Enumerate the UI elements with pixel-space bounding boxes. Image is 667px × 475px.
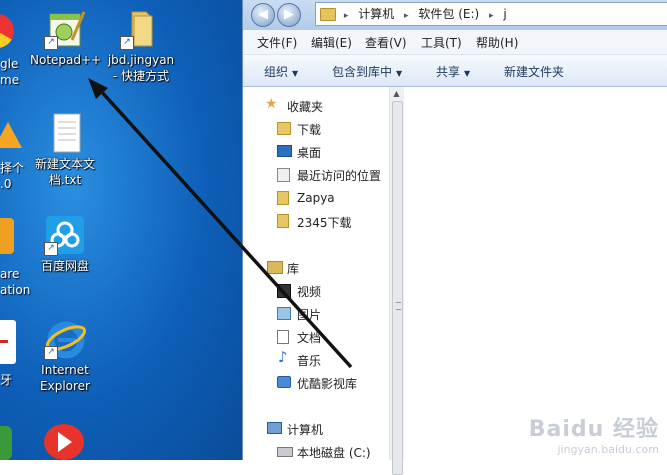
library-icon xyxy=(267,261,283,274)
nav-2345-downloads[interactable]: 2345下载 xyxy=(297,214,352,231)
baidu-netdisk-icon: ↗ xyxy=(44,214,86,256)
breadcrumb-computer[interactable]: 计算机 xyxy=(358,3,394,25)
youku-library-icon xyxy=(277,376,291,388)
shortcut-arrow-icon: ↗ xyxy=(44,36,58,50)
title-bar: ◀ ▶ ▸ 计算机 ▸ 软件包 (E:) ▸ j xyxy=(243,0,667,30)
nav-computer[interactable]: 计算机 xyxy=(287,421,323,438)
star-icon: ★ xyxy=(265,96,278,112)
baidu-label: 百度网盘 xyxy=(40,259,89,273)
grip-icon xyxy=(396,302,401,310)
nav-music[interactable]: 音乐 xyxy=(297,352,321,369)
nav-local-disk-c[interactable]: 本地磁盘 (C:) xyxy=(297,444,371,461)
shortcut-arrow-icon: ↗ xyxy=(44,346,58,360)
menu-tools[interactable]: 工具(T) xyxy=(421,34,462,51)
scroll-up-icon[interactable]: ▲ xyxy=(392,89,401,99)
watermark-url: jingyan.baidu.com xyxy=(557,443,659,456)
shortcut-arrow-icon: ↗ xyxy=(44,242,58,256)
menu-bar: 文件(F) 编辑(E) 查看(V) 工具(T) 帮助(H) xyxy=(243,30,667,55)
share-label: 共享 xyxy=(436,65,461,79)
desktop-icon-newtext[interactable]: 新建文本文 档.txt xyxy=(30,112,100,188)
nav-desktop[interactable]: 桌面 xyxy=(297,144,321,161)
desktop-icon xyxy=(277,145,292,157)
folder-icon xyxy=(277,214,289,228)
menu-help[interactable]: 帮助(H) xyxy=(476,34,518,51)
chrome-icon[interactable] xyxy=(0,14,14,48)
drive-icon xyxy=(277,447,293,457)
nav-youku[interactable]: 优酷影视库 xyxy=(297,375,357,392)
command-bar: 组织 ▼ 包含到库中 ▼ 共享 ▼ 新建文件夹 xyxy=(243,55,667,87)
include-label: 包含到库中 xyxy=(332,65,393,79)
scroll-thumb[interactable] xyxy=(392,101,403,475)
chevron-right-icon[interactable]: ▸ xyxy=(404,5,409,27)
dropdown-arrow-icon: ▼ xyxy=(292,69,299,78)
picture-icon xyxy=(277,307,291,320)
address-bar[interactable]: ▸ 计算机 ▸ 软件包 (E:) ▸ j xyxy=(315,2,667,26)
share-button[interactable]: 共享 ▼ xyxy=(436,63,470,80)
ie-label: Internet Explorer xyxy=(40,363,90,393)
recent-places-icon xyxy=(277,168,290,182)
nav-favorites[interactable]: 收藏夹 xyxy=(287,98,323,115)
back-button[interactable]: ◀ xyxy=(251,3,275,27)
dropdown-arrow-icon: ▼ xyxy=(464,69,471,78)
nav-recent[interactable]: 最近访问的位置 xyxy=(297,167,381,184)
chevron-right-icon[interactable]: ▸ xyxy=(489,5,494,27)
text-file-icon xyxy=(44,112,86,154)
chrome-edge-label[interactable]: gle me xyxy=(0,56,19,88)
organize-button[interactable]: 组织 ▼ xyxy=(264,63,298,80)
jbd-label: jbd.jingyan - 快捷方式 xyxy=(107,53,175,83)
forward-button[interactable]: ▶ xyxy=(277,3,301,27)
navigation-pane: ★ 收藏夹 下载 桌面 最近访问的位置 Zapya 2345下载 库 视频 图片… xyxy=(243,87,389,460)
notepadpp-label: Notepad++ xyxy=(30,53,102,67)
desktop-icon-jbd[interactable]: ↗ jbd.jingyan - 快捷方式 xyxy=(106,8,176,84)
nav-videos[interactable]: 视频 xyxy=(297,283,321,300)
huawei-icon[interactable] xyxy=(0,122,22,148)
watermark-brand: Baidu 经验 xyxy=(528,417,659,442)
breadcrumb-folder[interactable]: j xyxy=(503,3,506,25)
video-icon xyxy=(277,284,291,298)
explorer-window: ◀ ▶ ▸ 计算机 ▸ 软件包 (E:) ▸ j 文件(F) 编辑(E) 查看(… xyxy=(242,0,667,475)
computer-icon xyxy=(267,422,282,434)
breadcrumb-drive[interactable]: 软件包 (E:) xyxy=(418,3,479,25)
file-list-area[interactable] xyxy=(404,87,667,460)
mail-icon[interactable] xyxy=(0,320,16,364)
vmware-edge-label[interactable]: are ation xyxy=(0,266,30,298)
media-app-icon[interactable] xyxy=(44,424,84,460)
desktop-icon-baidu[interactable]: ↗ 百度网盘 xyxy=(30,214,100,274)
chevron-right-icon: ▸ xyxy=(343,11,349,21)
nav-documents[interactable]: 文档 xyxy=(297,329,321,346)
nav-zapya[interactable]: Zapya xyxy=(297,191,335,205)
organize-label: 组织 xyxy=(264,65,289,79)
desktop-icon-notepadpp[interactable]: ↗ Notepad++ xyxy=(30,8,102,68)
nav-scrollbar[interactable]: ▲ xyxy=(389,87,404,475)
menu-edit[interactable]: 编辑(E) xyxy=(311,34,352,51)
menu-view[interactable]: 查看(V) xyxy=(365,34,407,51)
folder-icon: ↗ xyxy=(120,8,162,50)
green-app-icon[interactable] xyxy=(0,426,12,460)
include-in-library-button[interactable]: 包含到库中 ▼ xyxy=(332,63,402,80)
ie-icon: ↗ xyxy=(44,318,86,360)
desktop: gle me 择个 .0 are ation 牙 ↗ Notepad++ ↗ j… xyxy=(0,0,242,460)
newtext-label: 新建文本文 档.txt xyxy=(34,157,95,187)
shortcut-arrow-icon: ↗ xyxy=(120,36,134,50)
desktop-icon-ie[interactable]: ↗ Internet Explorer xyxy=(30,318,100,394)
downloads-folder-icon xyxy=(277,122,291,135)
vmware-icon[interactable] xyxy=(0,218,14,254)
music-note-icon: ♪ xyxy=(278,348,288,366)
nav-downloads[interactable]: 下载 xyxy=(297,121,321,138)
folder-icon xyxy=(277,191,289,205)
document-icon xyxy=(277,330,289,344)
notepadpp-icon: ↗ xyxy=(44,8,86,50)
nav-pictures[interactable]: 图片 xyxy=(297,306,321,323)
mail-edge-label[interactable]: 牙 xyxy=(0,372,12,388)
nav-libraries[interactable]: 库 xyxy=(287,260,299,277)
watermark: Baidu 经验 jingyan.baidu.com xyxy=(529,411,659,456)
new-folder-button[interactable]: 新建文件夹 xyxy=(504,63,564,80)
folder-icon xyxy=(320,8,336,21)
menu-file[interactable]: 文件(F) xyxy=(257,34,297,51)
dropdown-arrow-icon: ▼ xyxy=(396,69,403,78)
huawei-edge-label[interactable]: 择个 .0 xyxy=(0,160,24,192)
